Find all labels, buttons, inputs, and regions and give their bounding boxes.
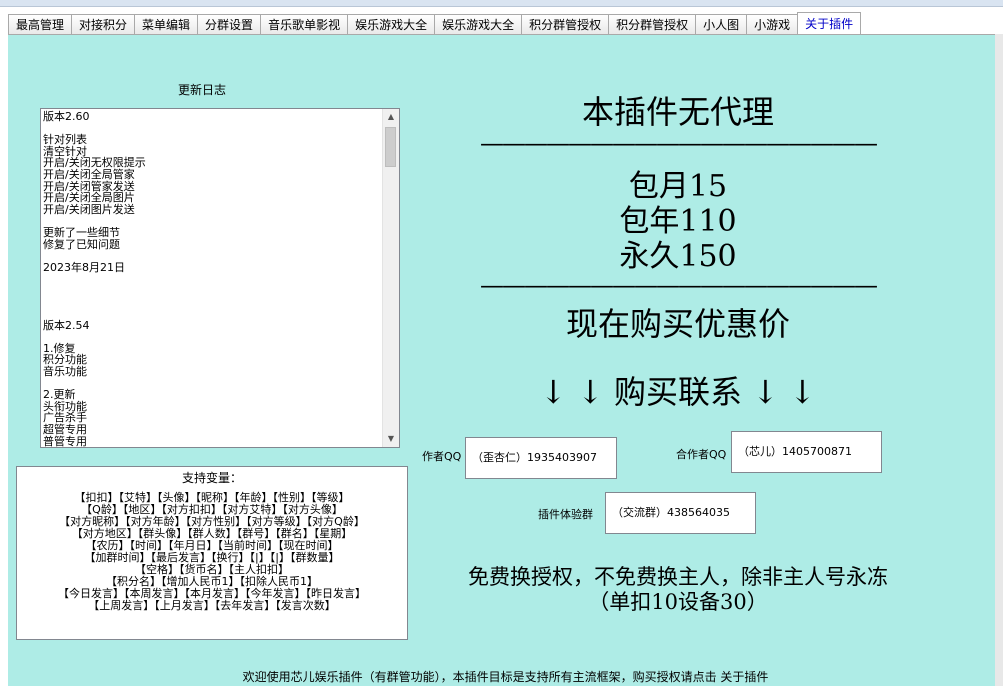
partner-qq-label: 合作者QQ — [676, 448, 727, 461]
no-agent-heading: 本插件无代理 — [581, 93, 774, 131]
author-qq-label: 作者QQ — [422, 450, 462, 463]
author-qq-field[interactable]: （歪杏仁）1935403907 — [465, 437, 617, 479]
changelog-scrollbar[interactable]: ▲ ▼ — [382, 109, 399, 447]
variables-title: 支持变量： — [181, 471, 242, 485]
tab-points-group-auth-1[interactable]: 积分群管授权 — [521, 14, 610, 34]
scroll-up-icon[interactable]: ▲ — [383, 109, 399, 125]
scroll-thumb[interactable] — [385, 127, 396, 167]
divider-top: —————————————————— — [480, 129, 878, 157]
group-field[interactable]: （交流群）438564035 — [605, 492, 756, 534]
tab-about-plugin[interactable]: 关于插件 — [797, 12, 862, 34]
tab-music-playlist-video[interactable]: 音乐歌单影视 — [260, 14, 349, 34]
variables-box: 支持变量： 【扣扣】【艾特】【头像】【昵称】【年龄】【性别】【等级】 【Q龄】【… — [16, 466, 408, 640]
tab-entertainment-games-2[interactable]: 娱乐游戏大全 — [434, 14, 523, 34]
scroll-down-icon[interactable]: ▼ — [383, 431, 399, 447]
changelog-textarea[interactable]: 版本2.60 针对列表 清空针对 开启/关闭无权限提示 开启/关闭全局管家 开启… — [40, 108, 400, 448]
tab-entertainment-games-1[interactable]: 娱乐游戏大全 — [347, 14, 436, 34]
group-label: 插件体验群 — [538, 508, 593, 521]
tab-points-link[interactable]: 对接积分 — [71, 14, 136, 34]
divider-bottom: —————————————————— — [480, 271, 878, 299]
footer-status[interactable]: 欢迎使用芯儿娱乐插件（有群管功能），本插件目标是支持所有主流框架，购买授权请点击… — [8, 668, 1003, 686]
window-scrollbar[interactable] — [995, 34, 1003, 686]
discount-heading: 现在购买优惠价 — [565, 305, 790, 343]
tab-mini-games[interactable]: 小游戏 — [746, 14, 799, 34]
partner-qq-field[interactable]: （芯儿）1405700871 — [731, 431, 882, 473]
about-panel: 更新日志 版本2.60 针对列表 清空针对 开启/关闭无权限提示 开启/关闭全局… — [8, 34, 1003, 686]
tab-small-figures[interactable]: 小人图 — [695, 14, 748, 34]
tab-points-group-auth-2[interactable]: 积分群管授权 — [608, 14, 697, 34]
tab-group-settings[interactable]: 分群设置 — [197, 14, 262, 34]
tab-bar: 最高管理 对接积分 菜单编辑 分群设置 音乐歌单影视 娱乐游戏大全 娱乐游戏大全… — [8, 12, 862, 34]
policy-line-2: （单扣10设备30） — [588, 590, 768, 614]
changelog-text: 版本2.60 针对列表 清空针对 开启/关闭无权限提示 开启/关闭全局管家 开启… — [43, 110, 146, 448]
changelog-title: 更新日志 — [178, 83, 227, 97]
tab-top-admin[interactable]: 最高管理 — [8, 14, 73, 34]
window-bottom-edge — [0, 686, 1003, 700]
variables-list: 【扣扣】【艾特】【头像】【昵称】【年龄】【性别】【等级】 【Q龄】【地区】【对方… — [58, 491, 366, 612]
tab-menu-edit[interactable]: 菜单编辑 — [134, 14, 199, 34]
contact-heading: ↓ ↓ 购买联系 ↓ ↓ — [540, 373, 816, 411]
window-titlebar — [0, 0, 1003, 7]
price-forever: 永久150 — [619, 239, 737, 274]
